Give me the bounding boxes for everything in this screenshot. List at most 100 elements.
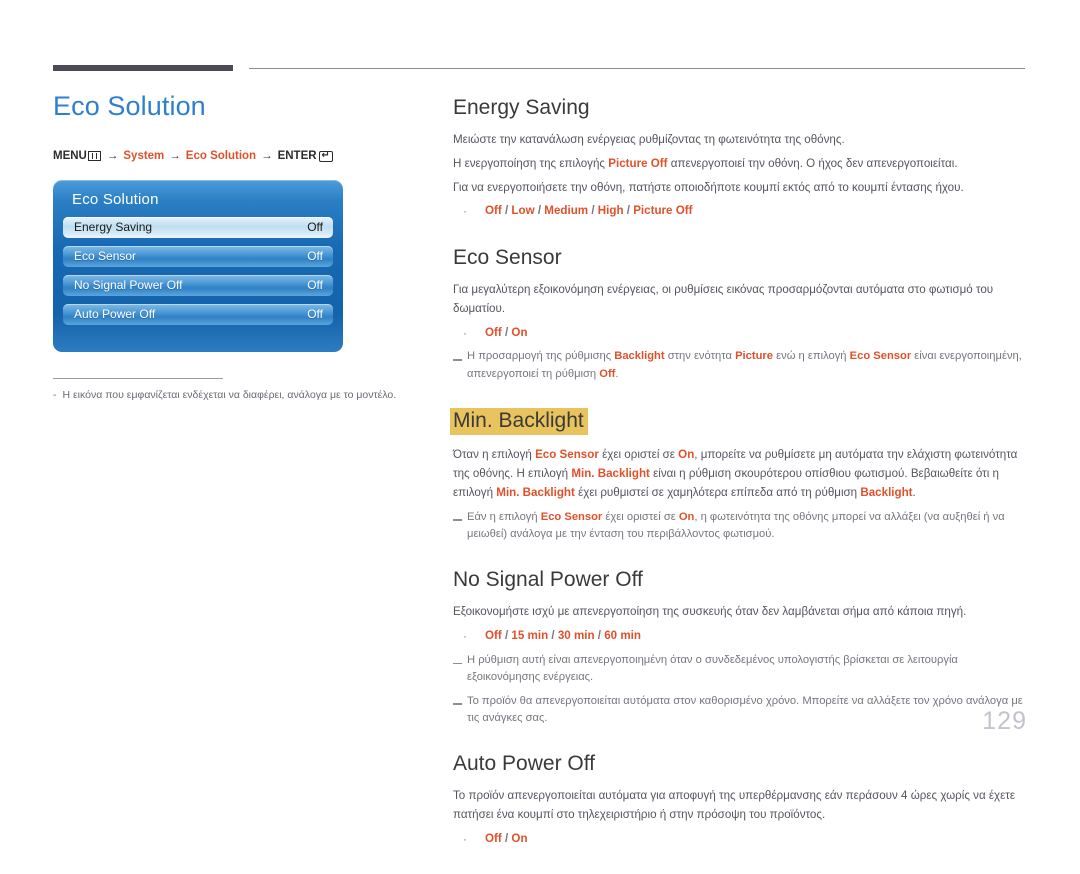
enter-return-icon: ↵ — [318, 150, 333, 162]
note-min-backlight: Εάν η επιλογή Eco Sensor έχει οριστεί σε… — [453, 509, 1028, 544]
note-part: έχει οριστεί σε — [602, 510, 679, 523]
osd-row-value: Off — [307, 220, 323, 235]
option-item: 15 min — [511, 629, 549, 643]
option-item: Low — [511, 204, 535, 218]
header-rule-thin — [249, 68, 1025, 69]
note-text: Η προσαρμογή της ρύθμισης Backlight στην… — [467, 348, 1028, 383]
paragraph-text: . — [912, 485, 916, 499]
enter-return-glyph: ↵ — [321, 150, 330, 161]
osd-row-value: Off — [307, 249, 323, 264]
paragraph: Μειώστε την κατανάλωση ενέργειας ρυθμίζο… — [453, 133, 845, 147]
osd-row-value: Off — [307, 307, 323, 322]
breadcrumb-step-eco-solution: Eco Solution — [185, 149, 257, 162]
option-list-auto-power-off: · Off / On — [453, 830, 1028, 849]
left-footnote: - Η εικόνα που εμφανίζεται ενδέχεται να … — [53, 377, 396, 403]
enter-label: ENTER — [277, 149, 317, 162]
keyword-backlight: Backlight — [860, 485, 913, 499]
option-values: Off / On — [485, 831, 528, 845]
menu-grid-icon — [87, 151, 101, 162]
section-energy-saving: Energy Saving Μειώστε την κατανάλωση ενέ… — [453, 96, 1028, 221]
paragraph: Όταν η επιλογή Eco Sensor έχει οριστεί σ… — [453, 446, 1028, 502]
note-dash-icon — [453, 348, 467, 383]
paragraph-text: έχει οριστεί σε — [598, 448, 679, 462]
option-item: 30 min — [557, 629, 595, 643]
option-values: Off / Low / Medium / High / Picture Off — [485, 204, 693, 218]
paragraph-text: έχει ρυθμιστεί σε χαμηλότερα επίπεδα από… — [574, 485, 861, 499]
note-no-signal-1: Η ρύθμιση αυτή είναι απενεργοποιημένη ότ… — [453, 652, 1028, 687]
bullet-dot-icon: · — [463, 325, 467, 340]
option-item: Off — [485, 204, 502, 218]
breadcrumb-arrow-1: → — [106, 149, 119, 162]
note-part: Η προσαρμογή της ρύθμισης — [467, 350, 615, 363]
option-item: Medium — [544, 204, 589, 218]
osd-row-eco-sensor[interactable]: Eco Sensor Off — [63, 245, 333, 267]
paragraph: Για να ενεργοποιήσετε την οθόνη, πατήστε… — [453, 180, 964, 194]
paragraph: Εξοικονομήστε ισχύ με απενεργοποίηση της… — [453, 605, 967, 619]
option-item: On — [511, 831, 528, 845]
breadcrumb-arrow-3: → — [261, 149, 273, 162]
page-title: Eco Solution — [53, 91, 206, 121]
option-item: Off — [485, 325, 502, 339]
header-rule-thick — [53, 65, 233, 71]
osd-row-auto-power-off[interactable]: Auto Power Off Off — [63, 303, 333, 325]
bullet-dot-icon: · — [463, 831, 467, 846]
bullet-dot-icon: · — [463, 204, 467, 219]
osd-menu-panel: Eco Solution Energy Saving Off Eco Senso… — [53, 179, 343, 352]
breadcrumb-step-system: System — [123, 149, 165, 162]
note-text: Εάν η επιλογή Eco Sensor έχει οριστεί σε… — [467, 509, 1028, 544]
keyword-min-backlight: Min. Backlight — [571, 467, 650, 481]
keyword-on: On — [678, 510, 695, 523]
option-list-eco-sensor: · Off / On — [453, 324, 1028, 343]
note-text: Η ρύθμιση αυτή είναι απενεργοποιημένη ότ… — [467, 653, 958, 684]
keyword-picture-off: Picture Off — [608, 156, 668, 170]
footnote-text: Η εικόνα που εμφανίζεται ενδέχεται να δι… — [62, 388, 397, 401]
page-number: 129 — [982, 707, 1027, 735]
section-title: No Signal Power Off — [453, 568, 643, 592]
keyword-on: On — [678, 448, 695, 462]
paragraph: Για μεγαλύτερη εξοικονόμηση ενέργειας, ο… — [453, 283, 994, 315]
section-title: Energy Saving — [453, 96, 590, 119]
note-part: ενώ η επιλογή — [773, 350, 850, 363]
section-no-signal-power-off: No Signal Power Off Εξοικονομήστε ισχύ μ… — [453, 568, 1028, 727]
paragraph: Το προϊόν απενεργοποιείται αυτόματα για … — [453, 789, 1016, 822]
note-part: στην ενότητα — [664, 350, 736, 363]
note-no-signal-2: Το προϊόν θα απενεργοποιείται αυτόματα σ… — [453, 693, 1028, 728]
keyword-min-backlight: Min. Backlight — [496, 485, 575, 499]
note-dash-icon — [453, 652, 467, 687]
note-text: Το προϊόν θα απενεργοποιείται αυτόματα σ… — [467, 694, 1023, 724]
keyword-off: Off — [599, 367, 616, 380]
section-title-highlighted: Min. Backlight — [450, 408, 588, 436]
option-values: Off / 15 min / 30 min / 60 min — [485, 629, 641, 643]
section-eco-sensor: Eco Sensor Για μεγαλύτερη εξοικονόμηση ε… — [453, 246, 1028, 383]
note-dash-icon — [453, 693, 467, 728]
keyword-backlight: Backlight — [614, 350, 665, 363]
note-part: Εάν η επιλογή — [467, 510, 541, 523]
breadcrumb-arrow-2: → — [169, 149, 181, 162]
option-item: Picture Off — [633, 204, 693, 218]
menu-path-breadcrumb: MENU → System → Eco Solution → ENTER ↵ — [53, 150, 413, 162]
note-dash-icon — [453, 509, 467, 544]
osd-row-energy-saving[interactable]: Energy Saving Off — [63, 216, 333, 238]
option-item: Off — [485, 831, 502, 845]
note-eco-sensor-backlight: Η προσαρμογή της ρύθμισης Backlight στην… — [453, 348, 1028, 383]
section-min-backlight: Min. Backlight Όταν η επιλογή Eco Sensor… — [450, 408, 1028, 544]
paragraph-text: απενεργοποιεί την οθόνη. Ο ήχος δεν απεν… — [667, 156, 958, 170]
keyword-eco-sensor: Eco Sensor — [849, 350, 912, 363]
option-values: Off / On — [485, 325, 528, 339]
menu-label: MENU — [53, 149, 87, 162]
option-item: 60 min — [604, 629, 641, 643]
option-item: High — [597, 204, 624, 218]
osd-row-no-signal-power-off[interactable]: No Signal Power Off Off — [63, 274, 333, 296]
option-list-energy-saving: · Off / Low / Medium / High / Picture Of… — [453, 202, 1028, 221]
keyword-eco-sensor: Eco Sensor — [540, 510, 603, 523]
option-list-no-signal-power-off: · Off / 15 min / 30 min / 60 min — [453, 627, 1028, 646]
osd-row-label: Eco Sensor — [74, 249, 137, 264]
paragraph-text: Η ενεργοποίηση της επιλογής — [453, 156, 609, 170]
keyword-picture: Picture — [735, 350, 774, 363]
keyword-eco-sensor: Eco Sensor — [535, 448, 599, 462]
bullet-dot-icon: · — [463, 629, 467, 644]
osd-row-label: No Signal Power Off — [74, 278, 183, 293]
left-column: Eco Solution MENU → System → Eco Solutio… — [53, 91, 413, 403]
osd-row-label: Energy Saving — [74, 220, 153, 235]
option-item: Off — [485, 629, 502, 643]
